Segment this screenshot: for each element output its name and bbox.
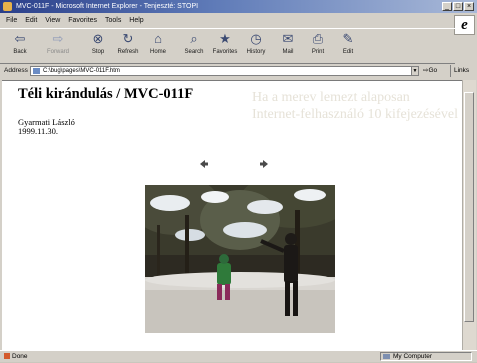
page-icon	[33, 68, 40, 74]
search-button[interactable]: ⌕ Search	[180, 31, 208, 61]
show-through-text: Ha a merev lemezt alaposan Internet-felh…	[252, 89, 458, 123]
date-text: 1999.11.30.	[18, 126, 59, 136]
edit-icon: ✎	[342, 31, 354, 46]
history-icon: ◷	[250, 31, 262, 46]
close-button[interactable]: ×	[464, 2, 474, 11]
security-zone: My Computer	[380, 352, 472, 361]
menu-file[interactable]: File	[6, 14, 17, 28]
links-button[interactable]: Links	[450, 65, 477, 77]
forward-label: Forward	[46, 49, 69, 55]
address-label: Address	[4, 67, 28, 74]
refresh-button[interactable]: ↻ Refresh	[114, 31, 142, 61]
back-button[interactable]: ⇦ Back	[6, 31, 34, 61]
home-button[interactable]: ⌂ Home	[144, 31, 172, 61]
history-button[interactable]: ◷ History	[242, 31, 270, 61]
favorites-button[interactable]: ★ Favorites	[211, 31, 239, 61]
address-bar: Address C:\bug\pages\MVC-011F.htm ▼ ⇨Go …	[0, 64, 477, 78]
computer-icon	[383, 354, 390, 359]
mail-label: Mail	[282, 49, 294, 55]
menu-edit[interactable]: Edit	[25, 14, 37, 28]
search-label: Search	[184, 49, 204, 55]
ie-window-icon[interactable]	[3, 2, 12, 11]
forward-button[interactable]: ⇨ Forward	[44, 31, 72, 61]
previous-arrow-icon[interactable]	[199, 159, 209, 169]
favorites-icon: ★	[219, 31, 231, 46]
refresh-icon: ↻	[122, 31, 134, 46]
print-button[interactable]: ⎙ Print	[304, 31, 332, 61]
home-icon: ⌂	[154, 31, 162, 46]
page-content: Ha a merev lemezt alaposan Internet-felh…	[2, 80, 462, 351]
browser-window: MVC-011F - Microsoft Internet Explorer -…	[0, 0, 477, 362]
home-label: Home	[149, 49, 166, 55]
go-button[interactable]: ⇨Go	[423, 65, 447, 77]
print-icon: ⎙	[312, 31, 324, 46]
menu-bar: File Edit View Favorites Tools Help	[0, 14, 477, 28]
ie-throbber-logo: e	[454, 15, 475, 35]
history-label: History	[246, 49, 266, 55]
winter-trip-photo	[145, 185, 335, 333]
standard-toolbar: ⇦ Back ⇨ Forward ⊗ Stop ↻ Refresh ⌂ Home…	[0, 28, 455, 64]
edit-label: Edit	[342, 49, 354, 55]
back-arrow-icon: ⇦	[14, 31, 26, 46]
refresh-label: Refresh	[117, 49, 139, 55]
stop-label: Stop	[91, 49, 105, 55]
favorites-label: Favorites	[212, 49, 238, 55]
mail-button[interactable]: ✉ Mail	[274, 31, 302, 61]
stop-button[interactable]: ⊗ Stop	[84, 31, 112, 61]
status-done: Done	[4, 351, 28, 363]
print-label: Print	[311, 49, 325, 55]
show-through-line-2: Internet-felhasználó 10 kifejezésével	[252, 107, 459, 122]
window-title: MVC-011F - Microsoft Internet Explorer -…	[16, 3, 199, 10]
stop-icon: ⊗	[92, 31, 104, 46]
mail-icon: ✉	[282, 31, 294, 46]
vertical-scrollbar[interactable]	[462, 80, 476, 350]
menu-tools[interactable]: Tools	[105, 14, 121, 28]
edit-button[interactable]: ✎ Edit	[334, 31, 362, 61]
forward-arrow-icon: ⇨	[52, 31, 64, 46]
page-title: Téli kirándulás / MVC-011F	[18, 86, 194, 102]
next-arrow-icon[interactable]	[259, 159, 269, 169]
page-done-icon	[4, 353, 10, 360]
back-label: Back	[13, 49, 27, 55]
show-through-line-1: Ha a merev lemezt alaposan	[252, 90, 410, 105]
menu-view[interactable]: View	[45, 14, 60, 28]
maximize-button[interactable]: □	[453, 2, 463, 11]
menu-help[interactable]: Help	[129, 14, 143, 28]
status-text: Done	[12, 353, 28, 360]
status-bar: Done My Computer	[0, 350, 477, 363]
search-icon: ⌕	[190, 31, 198, 46]
address-url: C:\bug\pages\MVC-011F.htm	[43, 68, 120, 74]
window-controls: _ □ ×	[442, 2, 474, 11]
minimize-button[interactable]: _	[442, 2, 452, 11]
address-input[interactable]: C:\bug\pages\MVC-011F.htm	[30, 66, 415, 76]
zone-label: My Computer	[393, 353, 433, 360]
title-bar[interactable]: MVC-011F - Microsoft Internet Explorer -…	[0, 0, 477, 13]
address-dropdown-button[interactable]: ▼	[411, 66, 419, 76]
scrollbar-thumb[interactable]	[464, 92, 474, 322]
menu-favorites[interactable]: Favorites	[68, 14, 97, 28]
